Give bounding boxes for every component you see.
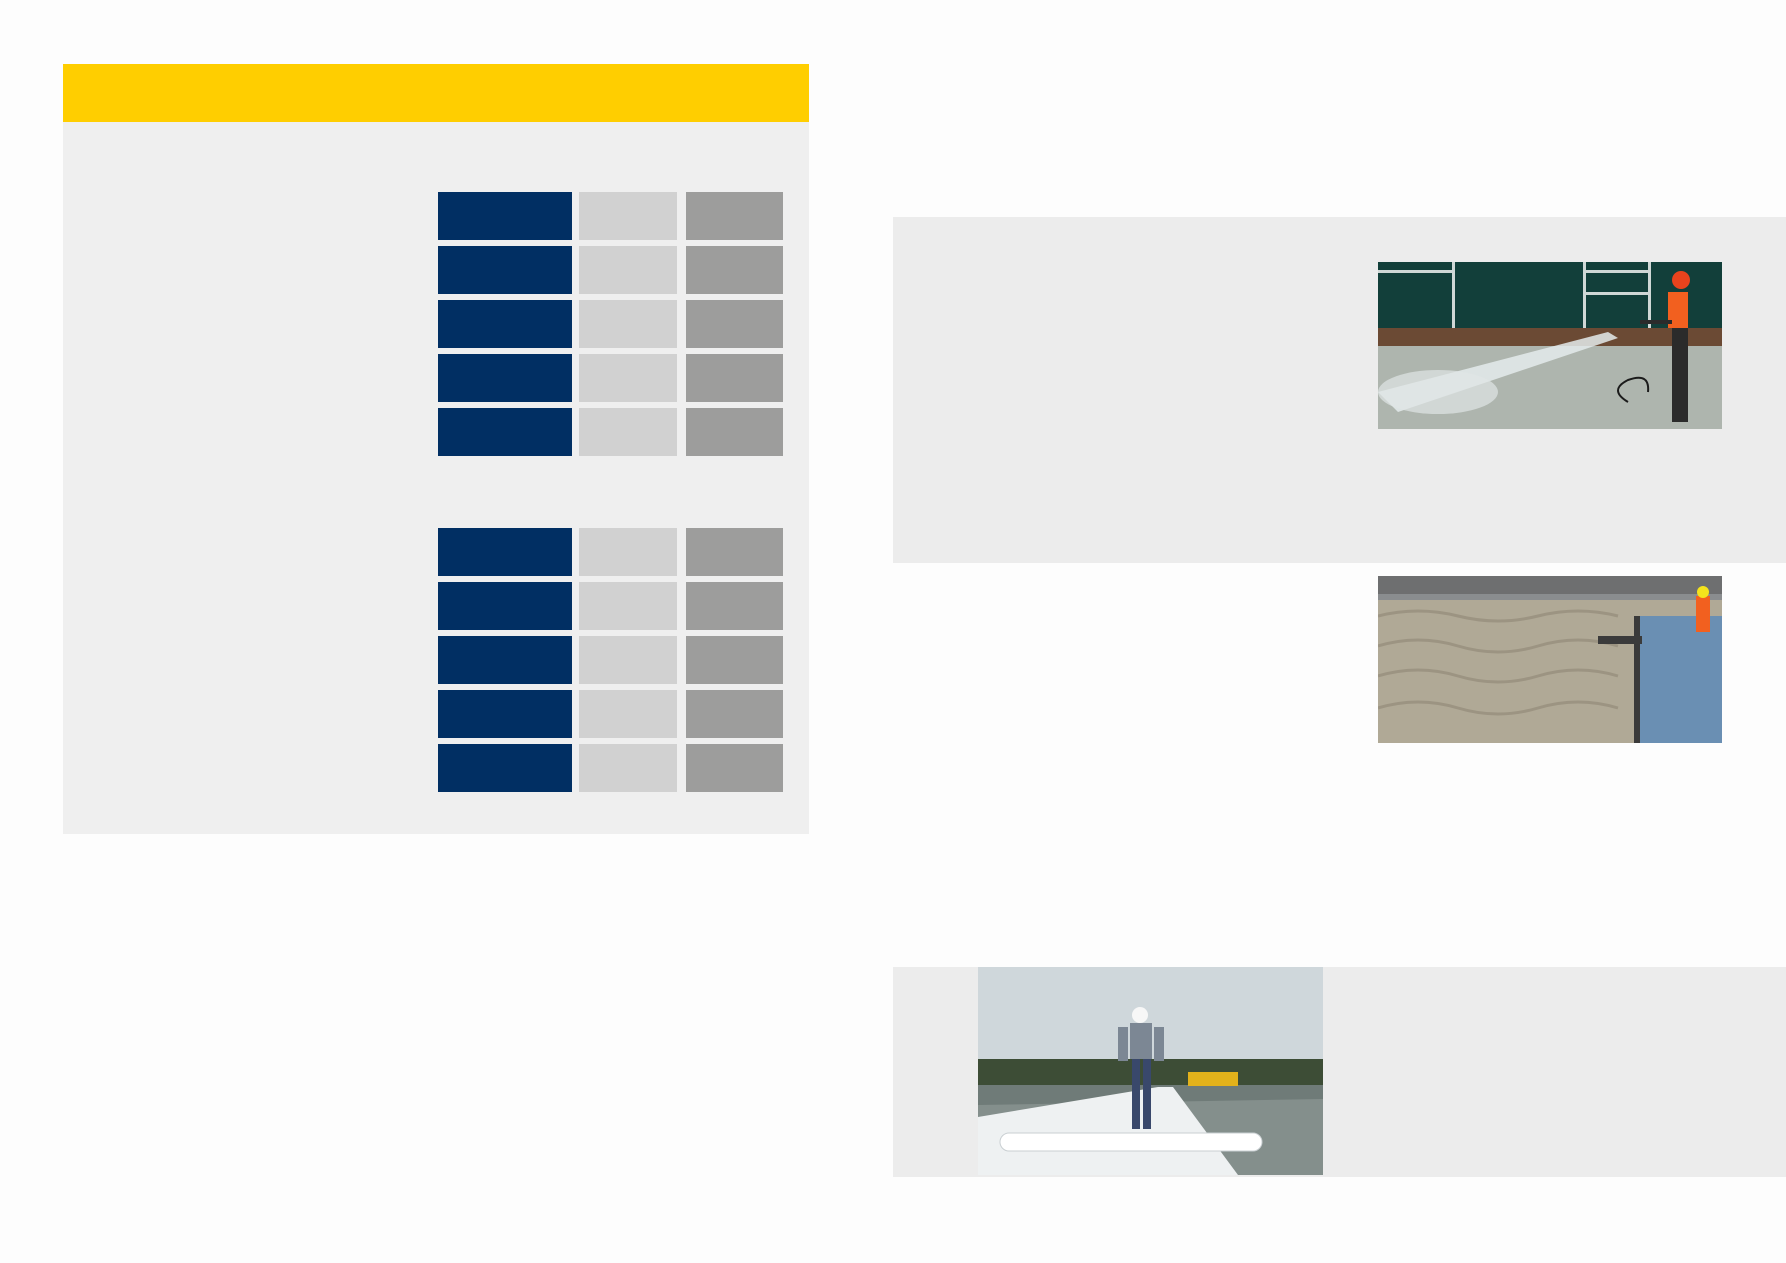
table-row	[438, 300, 786, 348]
table-cell-value	[686, 744, 783, 792]
table-cell-label	[438, 744, 572, 792]
table-row	[438, 744, 786, 792]
table-row	[438, 408, 786, 456]
table-cell-value	[686, 354, 783, 402]
table-row	[438, 528, 786, 576]
photo-floor-screed	[1378, 576, 1722, 743]
table-cell-value	[686, 192, 783, 240]
table-cell-label	[438, 528, 572, 576]
table-cell-value	[686, 246, 783, 294]
table-cell-value	[579, 354, 677, 402]
header-bar	[63, 64, 809, 122]
table-cell-value	[579, 300, 677, 348]
table-cell-value	[579, 408, 677, 456]
table-cell-label	[438, 690, 572, 738]
spec-table-2	[438, 528, 786, 798]
table-row	[438, 582, 786, 630]
table-row	[438, 246, 786, 294]
table-cell-label	[438, 354, 572, 402]
table-cell-label	[438, 300, 572, 348]
table-cell-value	[686, 690, 783, 738]
table-row	[438, 636, 786, 684]
table-cell-value	[579, 582, 677, 630]
table-row	[438, 192, 786, 240]
table-cell-label	[438, 636, 572, 684]
table-row	[438, 690, 786, 738]
table-cell-value	[579, 690, 677, 738]
table-cell-label	[438, 192, 572, 240]
table-cell-label	[438, 582, 572, 630]
table-cell-label	[438, 246, 572, 294]
table-row	[438, 354, 786, 402]
table-cell-value	[579, 528, 677, 576]
table-cell-label	[438, 408, 572, 456]
spec-table-1	[438, 192, 786, 462]
table-cell-value	[579, 192, 677, 240]
specification-panel	[63, 64, 809, 834]
table-cell-value	[686, 582, 783, 630]
table-cell-value	[686, 408, 783, 456]
table-cell-value	[579, 246, 677, 294]
table-cell-value	[686, 300, 783, 348]
photo-membrane-roll	[978, 967, 1323, 1175]
table-cell-value	[579, 744, 677, 792]
table-cell-value	[579, 636, 677, 684]
photo-pressure-washing	[1378, 262, 1722, 429]
table-cell-value	[686, 636, 783, 684]
table-cell-value	[686, 528, 783, 576]
